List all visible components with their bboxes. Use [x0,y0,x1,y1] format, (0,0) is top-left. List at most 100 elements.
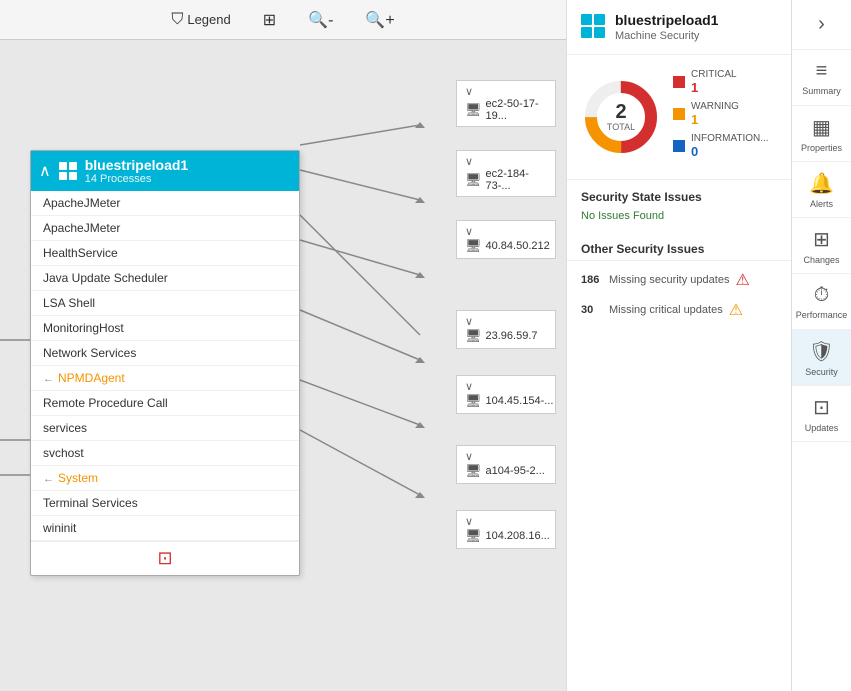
sidebar-expand-button[interactable]: › [792,0,851,50]
windows-icon [59,162,77,180]
mcard-name: 🖥 104.45.154-... [465,393,547,409]
mcard-name: 🖥 104.208.16... [465,528,547,544]
monitor-icon: 🖥 [465,102,482,118]
node-title: bluestripeload1 [85,157,188,173]
machine-card[interactable]: ∨ 🖥 104.45.154-... [456,375,556,414]
issue-text: Missing critical updates [609,304,723,316]
process-item[interactable]: HealthService [31,241,299,266]
machine-card[interactable]: ∨ 🖥 a104-95-2... [456,445,556,484]
sidebar-icon: ⊡ [813,395,830,420]
legend-icon: ⛉ [171,11,183,29]
mcard-label: ec2-50-17-19... [486,98,547,122]
mcard-header: ∨ [465,85,547,98]
process-item[interactable]: svchost [31,441,299,466]
legend-color [673,76,685,88]
process-item[interactable]: ApacheJMeter [31,191,299,216]
issue-count: 30 [581,304,603,316]
process-item[interactable]: LSA Shell [31,291,299,316]
sidebar-label: Changes [803,255,839,265]
process-item[interactable]: Remote Procedure Call [31,391,299,416]
node-subtitle: 14 Processes [85,173,188,185]
legend-button[interactable]: ⛉ Legend [163,7,238,33]
mcard-label: 104.208.16... [486,530,550,542]
zoom-out-button[interactable]: 🔍- [300,6,341,34]
canvas-area: ⛉ Legend ⊞ 🔍- 🔍+ [0,0,566,691]
sidebar-label: Security [805,367,838,377]
zoom-in-icon: 🔍+ [365,10,394,30]
legend-seg-label: INFORMATION... [691,133,769,144]
process-item[interactable]: Terminal Services [31,491,299,516]
collapse-button[interactable]: ∧ [39,161,51,181]
mcard-label: 23.96.59.7 [486,330,538,342]
legend-color [673,140,685,152]
monitor-icon: 🖥 [465,238,482,254]
sidebar-icon: 🛡 [809,339,834,364]
donut-chart: 2 TOTAL [581,77,661,157]
issue-row: 186 Missing security updates ⚠ [581,265,777,295]
zoom-in-button[interactable]: 🔍+ [357,6,402,34]
sidebar-item-performance[interactable]: ⏱ Performance [792,274,851,330]
detail-panel: bluestripeload1 Machine Security 2 TOTAL [566,0,791,691]
legend-item: INFORMATION... 0 [673,133,777,159]
collapse-icon[interactable]: ∨ [465,155,473,168]
machine-card[interactable]: ∨ 🖥 ec2-184-73-... [456,150,556,197]
machine-card[interactable]: ∨ 🖥 23.96.59.7 [456,310,556,349]
collapse-icon[interactable]: ∨ [465,515,473,528]
sidebar-item-alerts[interactable]: 🔔 Alerts [792,162,851,218]
sidebar-item-properties[interactable]: ▦ Properties [792,106,851,162]
mcard-label: ec2-184-73-... [486,168,547,192]
fit-icon: ⊞ [263,10,276,30]
sidebar-item-changes[interactable]: ⊞ Changes [792,218,851,274]
no-issues-text: No Issues Found [567,208,791,232]
monitor-icon: 🖥 [465,393,482,409]
monitor-icon: 🖥 [465,463,482,479]
sidebar-item-updates[interactable]: ⊡ Updates [792,386,851,442]
sidebar-label: Performance [796,310,848,320]
sidebar-icon: ≡ [816,60,828,83]
issue-row: 30 Missing critical updates ⚠ [581,295,777,325]
legend-items: CRITICAL 1 WARNING 1 INFORMATION... 0 [673,69,777,165]
process-item[interactable]: ←System [31,466,299,491]
process-item[interactable]: ←NPMDAgent [31,366,299,391]
process-item[interactable]: ApacheJMeter [31,216,299,241]
zoom-out-icon: 🔍- [308,10,333,30]
issue-severity-icon: ⚠ [729,300,743,320]
mcard-label: a104-95-2... [486,465,545,477]
fit-button[interactable]: ⊞ [255,6,284,34]
process-item[interactable]: services [31,416,299,441]
legend-seg-count: 1 [691,80,737,95]
machine-card[interactable]: ∨ 🖥 104.208.16... [456,510,556,549]
toolbar: ⛉ Legend ⊞ 🔍- 🔍+ [0,0,566,40]
mcard-header: ∨ [465,380,547,393]
security-summary: 2 TOTAL CRITICAL 1 WARNING 1 INFORMATION… [567,55,791,180]
mcard-name: 🖥 ec2-184-73-... [465,168,547,192]
collapse-icon[interactable]: ∨ [465,450,473,463]
sidebar-item-security[interactable]: 🛡 Security [792,330,851,386]
process-item[interactable]: Network Services [31,341,299,366]
collapse-icon[interactable]: ∨ [465,225,473,238]
machine-card[interactable]: ∨ 🖥 40.84.50.212 [456,220,556,259]
legend-color [673,108,685,120]
legend-seg-count: 0 [691,144,769,159]
node-box: ∧ bluestripeload1 14 Processes ApacheJMe… [30,150,300,576]
sidebar-item-summary[interactable]: ≡ Summary [792,50,851,106]
sidebar-label: Alerts [810,199,833,209]
mcard-label: 40.84.50.212 [486,240,550,252]
mcard-name: 🖥 a104-95-2... [465,463,547,479]
process-list: ApacheJMeterApacheJMeterHealthServiceJav… [31,191,299,541]
mcard-label: 104.45.154-... [486,395,554,407]
machine-card[interactable]: ∨ 🖥 ec2-50-17-19... [456,80,556,127]
node-header: ∧ bluestripeload1 14 Processes [31,151,299,191]
monitor-icon: 🖥 [465,528,482,544]
detail-header: bluestripeload1 Machine Security [567,0,791,55]
process-item[interactable]: wininit [31,516,299,541]
process-item[interactable]: Java Update Scheduler [31,266,299,291]
issue-severity-icon: ⚠ [735,270,749,290]
collapse-icon[interactable]: ∨ [465,85,473,98]
legend-seg-label: CRITICAL [691,69,737,80]
collapse-icon[interactable]: ∨ [465,315,473,328]
process-item[interactable]: MonitoringHost [31,316,299,341]
monitor-icon: 🖥 [465,172,482,188]
collapse-icon[interactable]: ∨ [465,380,473,393]
other-issues-list: 186 Missing security updates ⚠ 30 Missin… [567,260,791,335]
